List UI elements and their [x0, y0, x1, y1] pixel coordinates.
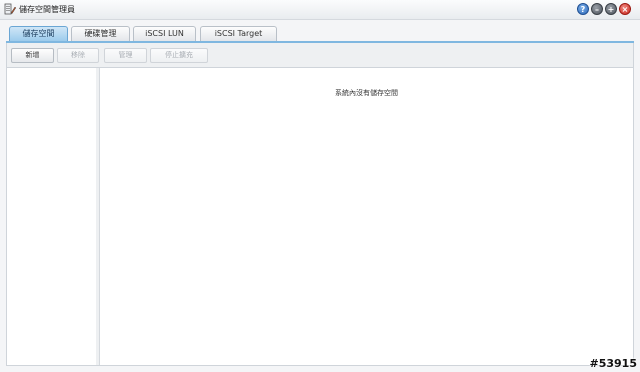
- tab-iscsi-lun[interactable]: iSCSI LUN: [133, 26, 196, 41]
- remove-button[interactable]: 移除: [57, 48, 99, 63]
- minimize-icon[interactable]: –: [591, 3, 603, 15]
- tab-iscsi-target[interactable]: iSCSI Target: [200, 26, 277, 41]
- maximize-icon[interactable]: +: [605, 3, 617, 15]
- window-title: 儲存空間管理員: [19, 5, 75, 14]
- storage-manager-window: 儲存空間管理員 ? – + × 儲存空間 硬碟管理 iSCSI LUN iSCS…: [0, 0, 640, 372]
- empty-state-message: 系統內沒有儲存空間: [335, 89, 398, 97]
- volume-list-panel[interactable]: [7, 68, 97, 365]
- stop-expansion-button[interactable]: 停止擴充: [150, 48, 208, 63]
- title-bar[interactable]: 儲存空間管理員 ? – + ×: [0, 0, 640, 20]
- create-button[interactable]: 新增: [11, 48, 54, 63]
- storage-manager-app-icon: [4, 3, 16, 15]
- manage-button[interactable]: 管理: [104, 48, 147, 63]
- tab-bar: 儲存空間 硬碟管理 iSCSI LUN iSCSI Target: [0, 20, 640, 42]
- toolbar: 新增 移除 管理 停止擴充: [6, 43, 634, 67]
- close-icon[interactable]: ×: [619, 3, 631, 15]
- watermark-label: #53915: [589, 357, 638, 370]
- content-area: 系統內沒有儲存空間: [6, 67, 634, 366]
- help-icon[interactable]: ?: [577, 3, 589, 15]
- volume-detail-panel: 系統內沒有儲存空間: [100, 68, 633, 365]
- tab-hdd-management[interactable]: 硬碟管理: [71, 26, 130, 41]
- tab-storage-volume[interactable]: 儲存空間: [9, 26, 68, 41]
